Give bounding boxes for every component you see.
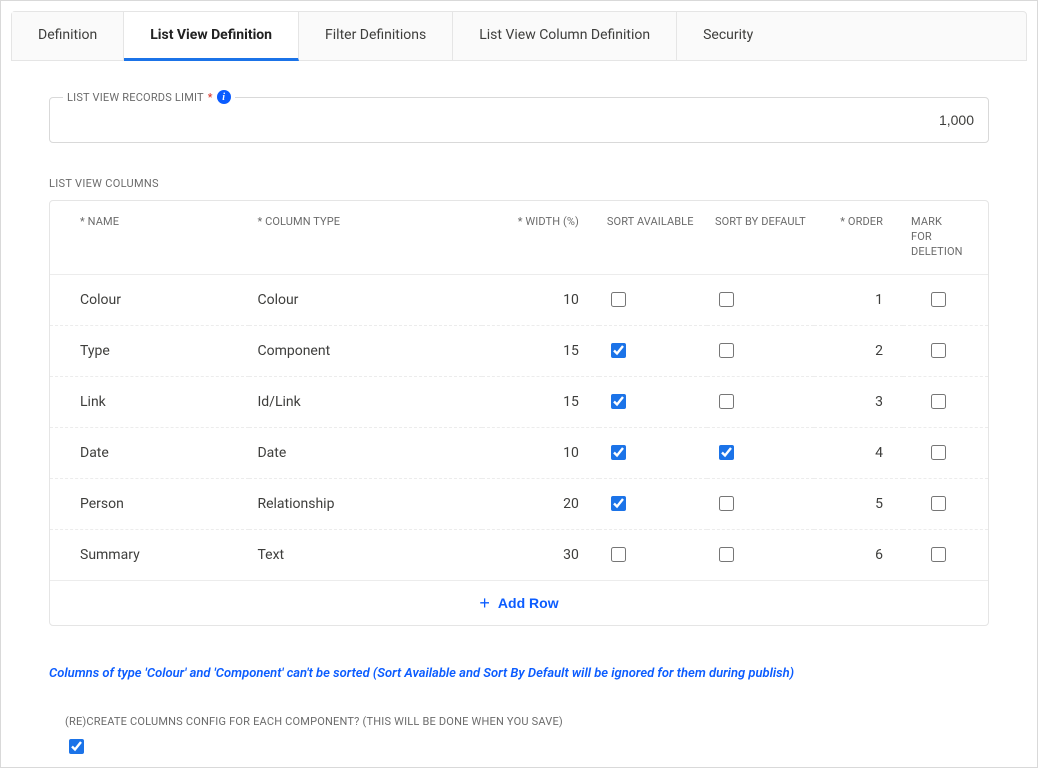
- mark-delete-checkbox[interactable]: [931, 292, 946, 307]
- cell-name[interactable]: Date: [50, 427, 249, 478]
- cell-sort-default: [707, 274, 814, 325]
- cell-sort-default: [707, 529, 814, 580]
- recreate-label: (RE)CREATE COLUMNS CONFIG FOR EACH COMPO…: [65, 715, 989, 728]
- cell-width[interactable]: 15: [482, 325, 599, 376]
- sort-note: Columns of type 'Colour' and 'Component'…: [49, 666, 989, 681]
- table-row[interactable]: ColourColour101: [50, 274, 988, 325]
- mark-delete-checkbox[interactable]: [931, 496, 946, 511]
- cell-order[interactable]: 5: [814, 478, 903, 529]
- cell-order[interactable]: 1: [814, 274, 903, 325]
- th-sort-available: SORT AVAILABLE: [599, 201, 707, 274]
- table-header-row: * NAME * COLUMN TYPE * WIDTH (%) SORT AV…: [50, 201, 988, 274]
- sort-available-checkbox[interactable]: [611, 292, 626, 307]
- columns-table: * NAME * COLUMN TYPE * WIDTH (%) SORT AV…: [49, 200, 989, 626]
- cell-width[interactable]: 20: [482, 478, 599, 529]
- th-width: * WIDTH (%): [482, 201, 599, 274]
- mark-delete-checkbox[interactable]: [931, 445, 946, 460]
- cell-order[interactable]: 3: [814, 376, 903, 427]
- cell-mark-delete: [903, 529, 988, 580]
- cell-mark-delete: [903, 274, 988, 325]
- mark-delete-checkbox[interactable]: [931, 547, 946, 562]
- recreate-field: (RE)CREATE COLUMNS CONFIG FOR EACH COMPO…: [49, 715, 989, 758]
- cell-width[interactable]: 10: [482, 274, 599, 325]
- cell-mark-delete: [903, 478, 988, 529]
- cell-sort-available: [599, 376, 707, 427]
- mark-delete-checkbox[interactable]: [931, 343, 946, 358]
- cell-sort-available: [599, 478, 707, 529]
- cell-order[interactable]: 6: [814, 529, 903, 580]
- th-order: * ORDER: [814, 201, 903, 274]
- cell-sort-default: [707, 478, 814, 529]
- cell-sort-available: [599, 529, 707, 580]
- table-row[interactable]: TypeComponent15 2: [50, 325, 988, 376]
- sort-default-checkbox[interactable]: [719, 292, 734, 307]
- cell-mark-delete: [903, 427, 988, 478]
- cell-name[interactable]: Link: [50, 376, 249, 427]
- sort-available-checkbox[interactable]: [611, 394, 626, 409]
- add-row-label: Add Row: [498, 595, 559, 611]
- cell-width[interactable]: 15: [482, 376, 599, 427]
- th-mark-delete: MARK FOR DELETION: [903, 201, 988, 274]
- sort-available-checkbox[interactable]: [611, 547, 626, 562]
- records-limit-label: LIST VIEW RECORDS LIMIT * i: [63, 90, 235, 104]
- cell-width[interactable]: 10: [482, 427, 599, 478]
- table-row[interactable]: PersonRelationship20 5: [50, 478, 988, 529]
- table-row[interactable]: SummaryText30 6: [50, 529, 988, 580]
- sort-default-checkbox[interactable]: [719, 445, 734, 460]
- tab-bar: DefinitionList View DefinitionFilter Def…: [11, 11, 1027, 61]
- cell-name[interactable]: Colour: [50, 274, 249, 325]
- cell-order[interactable]: 4: [814, 427, 903, 478]
- cell-sort-available: [599, 325, 707, 376]
- cell-sort-available: [599, 274, 707, 325]
- th-name: * NAME: [50, 201, 249, 274]
- sort-default-checkbox[interactable]: [719, 343, 734, 358]
- cell-order[interactable]: 2: [814, 325, 903, 376]
- cell-column-type[interactable]: Colour: [249, 274, 481, 325]
- tab-filter-definitions[interactable]: Filter Definitions: [299, 12, 453, 60]
- cell-column-type[interactable]: Id/Link: [249, 376, 481, 427]
- th-sort-default: SORT BY DEFAULT: [707, 201, 814, 274]
- cell-sort-available: [599, 427, 707, 478]
- tab-list-view-definition[interactable]: List View Definition: [124, 12, 299, 61]
- tab-security[interactable]: Security: [677, 12, 779, 60]
- recreate-checkbox[interactable]: [69, 739, 84, 754]
- records-limit-field: LIST VIEW RECORDS LIMIT * i: [49, 97, 989, 143]
- sort-default-checkbox[interactable]: [719, 496, 734, 511]
- cell-column-type[interactable]: Date: [249, 427, 481, 478]
- app-frame: DefinitionList View DefinitionFilter Def…: [0, 0, 1038, 768]
- sort-default-checkbox[interactable]: [719, 547, 734, 562]
- cell-sort-default: [707, 325, 814, 376]
- cell-mark-delete: [903, 325, 988, 376]
- info-icon[interactable]: i: [217, 90, 231, 104]
- tab-list-view-column-definition[interactable]: List View Column Definition: [453, 12, 677, 60]
- cell-column-type[interactable]: Relationship: [249, 478, 481, 529]
- columns-section-label: LIST VIEW COLUMNS: [49, 177, 989, 190]
- sort-default-checkbox[interactable]: [719, 394, 734, 409]
- sort-available-checkbox[interactable]: [611, 445, 626, 460]
- th-column-type: * COLUMN TYPE: [249, 201, 481, 274]
- cell-column-type[interactable]: Component: [249, 325, 481, 376]
- cell-sort-default: [707, 376, 814, 427]
- table-row[interactable]: DateDate104: [50, 427, 988, 478]
- cell-name[interactable]: Type: [50, 325, 249, 376]
- tab-definition[interactable]: Definition: [12, 12, 124, 60]
- sort-available-checkbox[interactable]: [611, 343, 626, 358]
- add-row-button[interactable]: + Add Row: [473, 593, 564, 613]
- content-area: LIST VIEW RECORDS LIMIT * i LIST VIEW CO…: [1, 61, 1037, 768]
- cell-name[interactable]: Summary: [50, 529, 249, 580]
- add-row-bar: + Add Row: [50, 580, 988, 625]
- cell-column-type[interactable]: Text: [249, 529, 481, 580]
- cell-width[interactable]: 30: [482, 529, 599, 580]
- sort-available-checkbox[interactable]: [611, 496, 626, 511]
- required-asterisk: *: [208, 91, 213, 104]
- plus-icon: +: [479, 594, 490, 612]
- cell-sort-default: [707, 427, 814, 478]
- mark-delete-checkbox[interactable]: [931, 394, 946, 409]
- cell-mark-delete: [903, 376, 988, 427]
- records-limit-label-text: LIST VIEW RECORDS LIMIT: [67, 91, 204, 104]
- table-row[interactable]: LinkId/Link15 3: [50, 376, 988, 427]
- cell-name[interactable]: Person: [50, 478, 249, 529]
